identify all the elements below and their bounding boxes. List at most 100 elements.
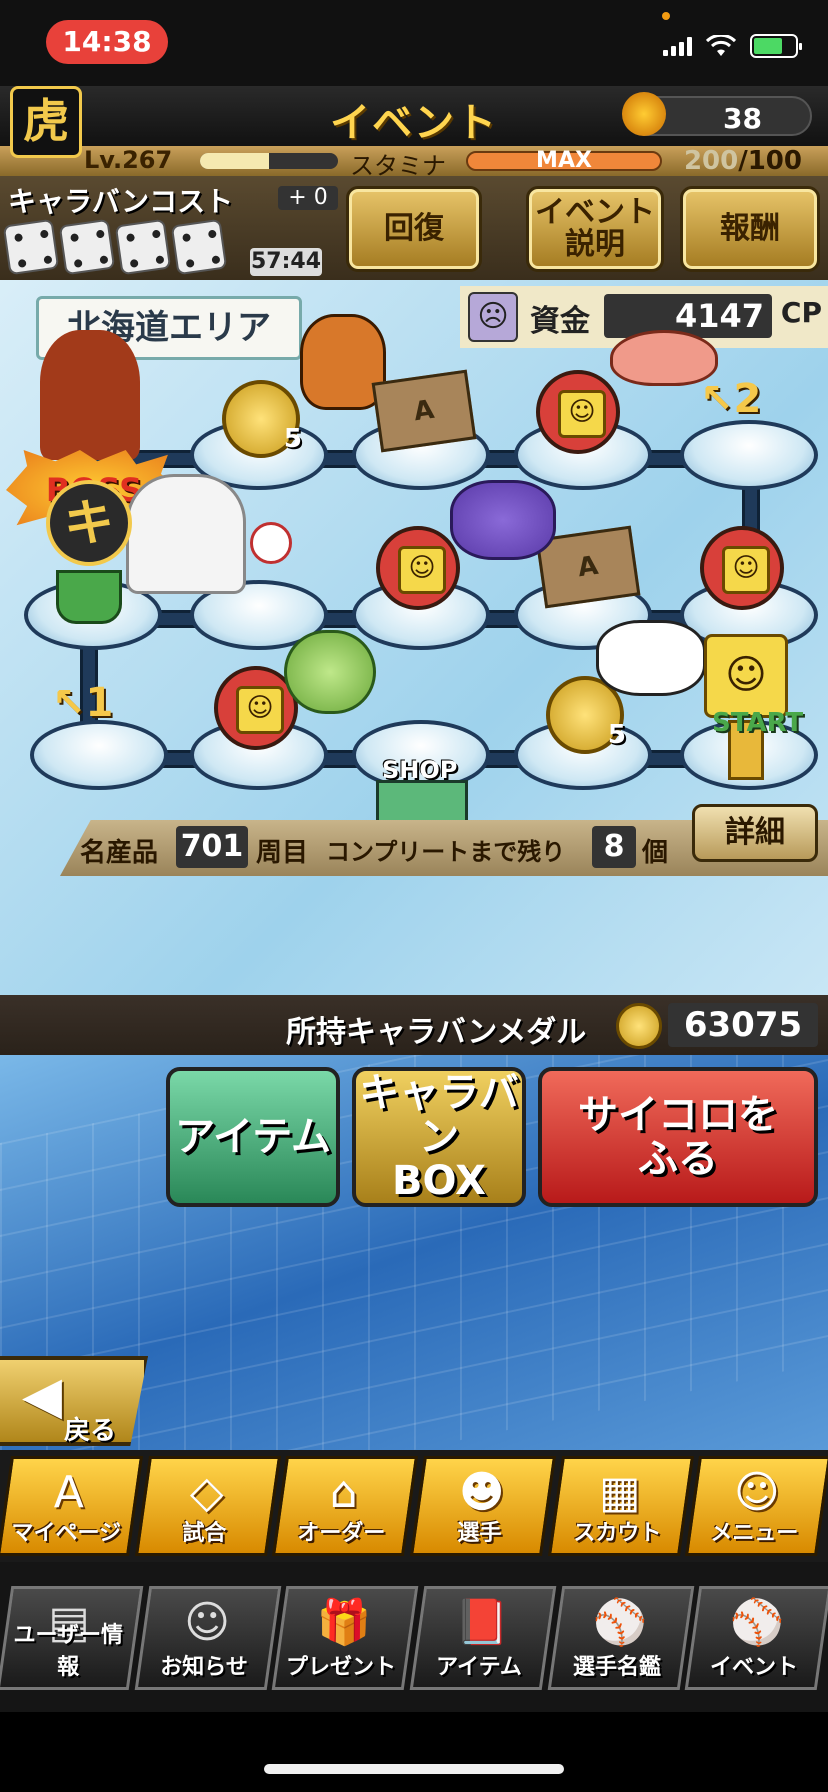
complete-label: コンプリートまで残り	[326, 838, 566, 866]
stamina-bar: MAX	[466, 150, 662, 172]
route-arrow-icon: ↖1	[52, 680, 114, 726]
status-icons	[663, 34, 802, 58]
currency-pill: 38	[622, 92, 812, 136]
level-bar: Lv.267 スタミナ MAX 200/100	[0, 146, 828, 180]
medal-value: 63075	[668, 1003, 818, 1047]
route-arrow-number: 2	[733, 376, 762, 422]
board-node[interactable]	[680, 420, 818, 490]
baseball-icon	[250, 522, 292, 564]
stamina-current: 200	[683, 146, 739, 176]
products-value: 701	[176, 826, 248, 868]
status-time: 14:38	[46, 20, 168, 64]
stamina-value: 200/100	[684, 146, 802, 176]
caravan-box-line1: キャラバン	[359, 1070, 519, 1160]
recover-button[interactable]: 回復	[346, 186, 482, 272]
player-icon: ☻	[458, 1467, 505, 1518]
book-icon: 📕	[454, 1597, 510, 1648]
start-label: START	[712, 708, 804, 738]
route-arrow-icon: ↖2	[700, 376, 762, 422]
gift-icon: 🎁	[317, 1597, 372, 1648]
scout-card-icon: ▦	[598, 1467, 641, 1518]
nav-order[interactable]: ⌂ オーダー	[272, 1456, 419, 1556]
event-info-label-line2: 説明	[565, 227, 625, 262]
boss-silhouette	[40, 330, 140, 460]
medal-label: 所持キャラバンメダル	[286, 1015, 587, 1050]
nav-player-directory[interactable]: ⚾ 選手名鑑	[547, 1586, 694, 1690]
rival-token-body	[56, 570, 122, 624]
privacy-dot	[662, 12, 670, 20]
home-indicator[interactable]	[264, 1764, 564, 1774]
item-box-icon: A	[371, 369, 477, 453]
event-bubble-icon: ☺	[536, 370, 620, 454]
products-label: 名産品	[80, 838, 159, 868]
caravan-board: 北海道エリア ☹ 資金 4147 CP BOSS 5 5 A A ☺ ☺ ☺ ☺	[0, 280, 828, 995]
nav-menu[interactable]: ☺ メニュー	[685, 1456, 828, 1556]
batter-icon: ⚾	[592, 1597, 648, 1648]
caravan-cost-title: キャラバンコスト	[8, 185, 234, 218]
rival-token-icon: キ	[46, 480, 132, 566]
status-bar: 14:38	[0, 0, 828, 86]
roll-dice-button[interactable]: サイコロを ふる	[538, 1067, 818, 1207]
nav-items[interactable]: 📕 アイテム	[409, 1586, 556, 1690]
detail-button[interactable]: 詳細	[692, 804, 818, 862]
medal-icon	[616, 1003, 662, 1049]
funds-label: 資金	[530, 304, 590, 339]
reward-button[interactable]: 報酬	[680, 186, 820, 272]
back-button[interactable]: ◀ 戻る	[0, 1356, 148, 1446]
nav-label: メニュー	[710, 1521, 799, 1546]
nav-present[interactable]: 🎁 プレゼント	[272, 1586, 419, 1690]
funds-value: 4147	[604, 294, 772, 338]
sad-face-icon: ☹	[468, 292, 518, 342]
exp-bar	[200, 153, 338, 169]
dice-row	[2, 218, 228, 276]
nav-label: 選手	[457, 1521, 502, 1546]
lavender-icon	[450, 480, 556, 560]
cow-character	[596, 620, 706, 696]
event-bubble-icon: ☺	[376, 526, 460, 610]
team-logo[interactable]: 虎	[10, 86, 82, 158]
funds-unit: CP	[780, 296, 822, 329]
nav-label: イベント	[710, 1655, 799, 1680]
nav-event[interactable]: ⚾ イベント	[685, 1586, 828, 1690]
signal-icon	[663, 36, 692, 56]
nav-news[interactable]: ☺ お知らせ	[134, 1586, 281, 1690]
item-button[interactable]: アイテム	[166, 1067, 340, 1207]
stamina-max: /100	[738, 146, 802, 176]
nav-label: 試合	[181, 1521, 227, 1546]
products-unit: 周目	[256, 838, 309, 868]
menu-mascot-icon: ☺	[734, 1467, 781, 1518]
nav-label: マイページ	[11, 1521, 122, 1546]
nav-players[interactable]: ☻ 選手	[409, 1456, 556, 1556]
roll-dice-line1: サイコロを	[578, 1092, 778, 1138]
event-info-button[interactable]: イベント 説明	[526, 186, 664, 272]
dice-icon	[114, 218, 172, 276]
coin-value: 5	[607, 720, 626, 750]
board-node[interactable]	[30, 720, 168, 790]
exp-bar-fill	[200, 153, 269, 169]
back-label: 戻る	[64, 1416, 117, 1446]
nav-user-info[interactable]: ▤ ユーザー情報	[0, 1586, 143, 1690]
baseball-bats-icon: ⚾	[730, 1597, 785, 1648]
dice-icon	[58, 218, 116, 276]
nav-scout[interactable]: ▦ スカウト	[547, 1456, 694, 1556]
medal-row: 所持キャラバンメダル 63075	[0, 995, 828, 1055]
nav-mypage[interactable]: A マイページ	[0, 1456, 143, 1556]
coin-value: 5	[283, 424, 302, 454]
caravan-box-button[interactable]: キャラバン BOX	[352, 1067, 526, 1207]
battery-icon	[750, 34, 802, 58]
dice-icon	[2, 218, 60, 276]
field-icon: ⌂	[330, 1467, 359, 1518]
nav-label: プレゼント	[286, 1655, 397, 1680]
nav-label: アイテム	[436, 1655, 522, 1680]
news-mascot-icon: ☺	[183, 1597, 230, 1648]
roll-dice-line2: ふる	[638, 1136, 718, 1182]
nav-match[interactable]: ◇ 試合	[134, 1456, 281, 1556]
complete-value: 8	[592, 826, 636, 868]
sub-nav: ▤ ユーザー情報 ☺ お知らせ 🎁 プレゼント 📕 アイテム ⚾ 選手名鑑 ⚾ イベント	[0, 1562, 828, 1712]
flame-coin-icon	[622, 92, 666, 136]
nav-label: スカウト	[573, 1521, 662, 1546]
melon-icon	[284, 630, 376, 714]
coin-icon: 5	[222, 380, 302, 458]
dice-icon	[170, 218, 228, 276]
caravan-box-line2: BOX	[392, 1158, 486, 1204]
